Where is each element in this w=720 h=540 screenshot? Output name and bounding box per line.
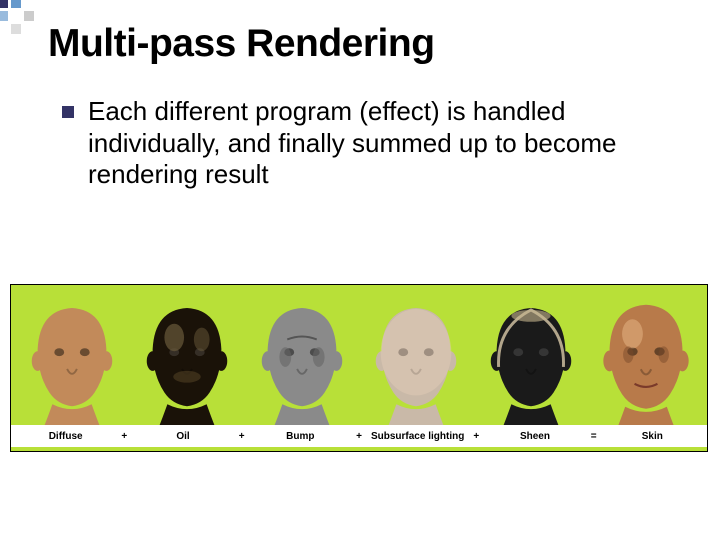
operator: + bbox=[351, 431, 367, 442]
corner-decoration bbox=[0, 0, 34, 34]
slide-title: Multi-pass Rendering bbox=[48, 22, 435, 66]
head-subsurface lighting bbox=[362, 297, 470, 429]
operator: + bbox=[234, 431, 250, 442]
render-captions-row: Diffuse+Oil+Bump+Subsurface lighting+She… bbox=[11, 425, 707, 447]
render-heads-row bbox=[11, 285, 707, 429]
caption-subsurface-lighting: Subsurface lighting bbox=[367, 431, 468, 442]
head-sheen bbox=[477, 297, 585, 429]
caption-oil: Oil bbox=[132, 431, 233, 442]
caption-bump: Bump bbox=[250, 431, 351, 442]
head-diffuse bbox=[18, 297, 126, 429]
caption-skin: Skin bbox=[602, 431, 703, 442]
bullet-marker bbox=[62, 106, 74, 118]
bullet-item: Each different program (effect) is handl… bbox=[62, 96, 662, 191]
head-bump bbox=[248, 297, 356, 429]
bullet-text: Each different program (effect) is handl… bbox=[88, 96, 662, 191]
caption-sheen: Sheen bbox=[484, 431, 585, 442]
operator: = bbox=[586, 431, 602, 442]
caption-diffuse: Diffuse bbox=[15, 431, 116, 442]
head-skin bbox=[592, 297, 700, 429]
head-oil bbox=[133, 297, 241, 429]
operator: + bbox=[468, 431, 484, 442]
render-passes-figure: Diffuse+Oil+Bump+Subsurface lighting+She… bbox=[10, 284, 708, 452]
operator: + bbox=[116, 431, 132, 442]
slide-body: Each different program (effect) is handl… bbox=[62, 96, 662, 191]
